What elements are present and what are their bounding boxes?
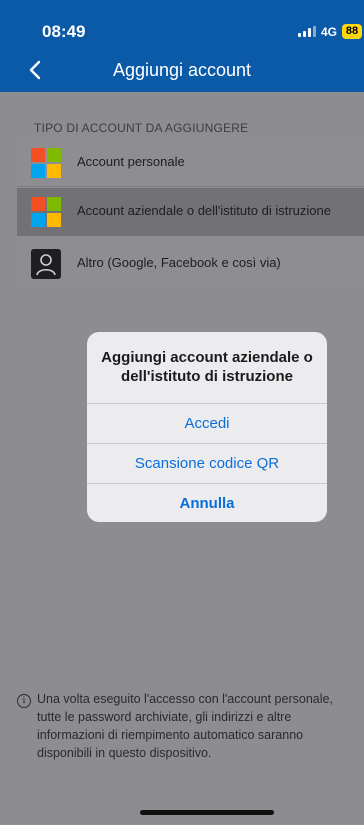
home-indicator[interactable]	[140, 810, 274, 815]
dialog-title: Aggiungi account aziendale o dell'istitu…	[101, 349, 313, 385]
status-indicators: 4G 88	[297, 24, 362, 39]
app-header: 08:49 4G 88 Aggiungi account	[0, 0, 364, 92]
microsoft-logo-icon	[31, 197, 61, 227]
account-option-label: Altro (Google, Facebook e così via)	[77, 255, 281, 270]
info-icon: i	[17, 694, 31, 708]
account-option-label: Account aziendale o dell'istituto di ist…	[77, 203, 331, 218]
scan-qr-button[interactable]: Scansione codice QR	[87, 443, 327, 484]
network-type: 4G	[320, 24, 337, 39]
microsoft-logo-icon	[31, 148, 61, 178]
info-text: Una volta eseguito l'accesso con l'accou…	[37, 692, 333, 760]
account-option-label: Account personale	[77, 154, 185, 169]
signal-icon	[297, 26, 316, 37]
section-header: TIPO DI ACCOUNT DA AGGIUNGERE	[34, 121, 249, 135]
page-title: Aggiungi account	[112, 60, 252, 80]
account-option-other[interactable]: Altro (Google, Facebook e così via)	[17, 240, 364, 288]
status-time: 08:49	[42, 22, 86, 41]
cancel-button[interactable]: Annulla	[87, 483, 327, 522]
sign-in-button[interactable]: Accedi	[87, 403, 327, 444]
add-work-account-dialog: Aggiungi account aziendale o dell'istitu…	[87, 332, 327, 522]
account-option-work-school[interactable]: Account aziendale o dell'istituto di ist…	[17, 188, 364, 236]
account-option-personal[interactable]: Account personale	[17, 139, 364, 187]
battery-icon: 88	[342, 24, 362, 39]
info-footer: i Una volta eseguito l'accesso con l'acc…	[0, 690, 364, 825]
person-icon	[31, 249, 61, 279]
